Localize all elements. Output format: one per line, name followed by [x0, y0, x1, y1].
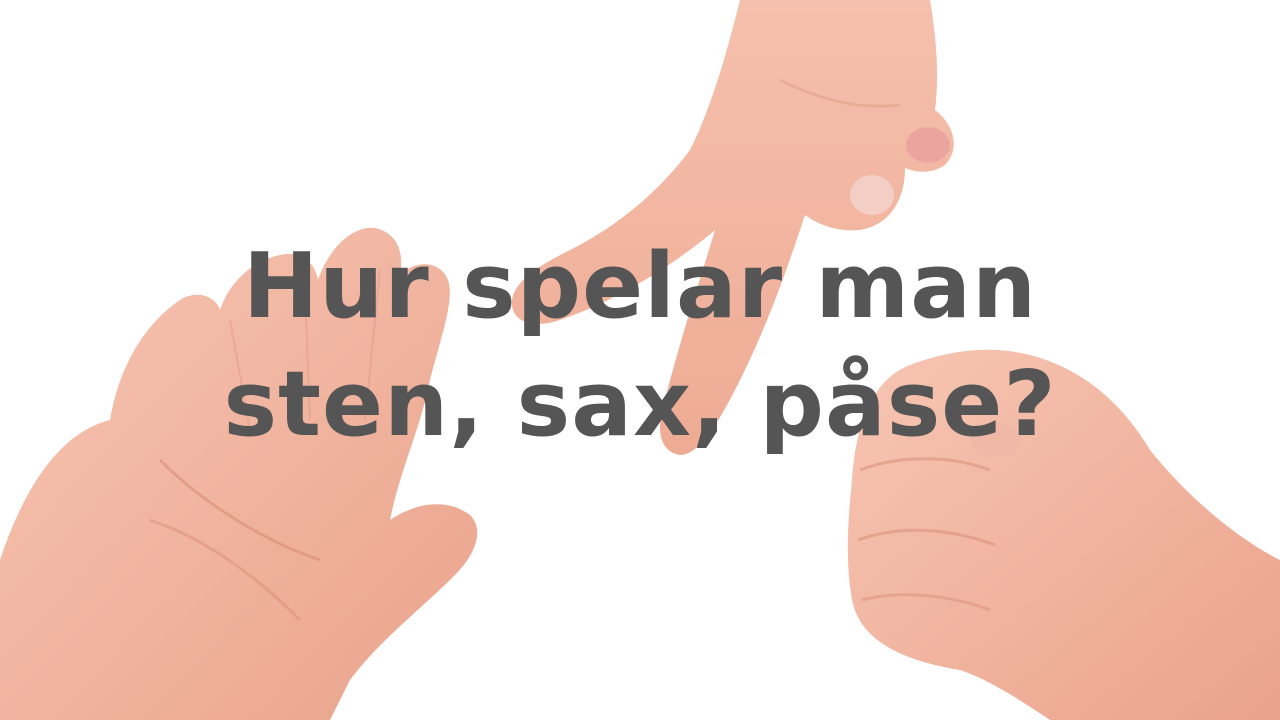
headline-line-2: sten, sax, påse?: [223, 352, 1057, 457]
headline: Hur spelar man sten, sax, påse?: [0, 228, 1280, 464]
thumbnail-image: Hur spelar man sten, sax, påse?: [0, 0, 1280, 720]
headline-line-1: Hur spelar man: [242, 234, 1038, 339]
